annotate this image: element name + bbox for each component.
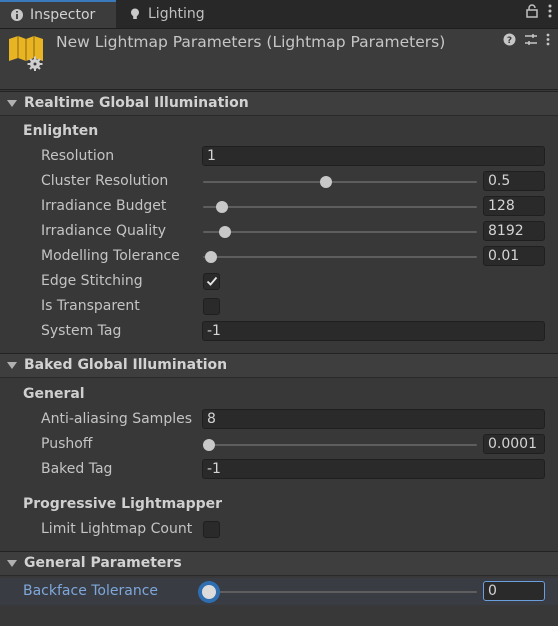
foldout-arrow-icon xyxy=(7,362,17,369)
irradiance-quality-slider-thumb[interactable] xyxy=(219,226,231,238)
section-title: General Parameters xyxy=(24,555,182,571)
backface-tolerance-label: Backface Tolerance xyxy=(23,583,159,599)
presets-icon[interactable] xyxy=(524,33,538,46)
lightmap-parameters-icon xyxy=(9,36,43,71)
inspector-header: New Lightmap Parameters (Lightmap Parame… xyxy=(0,29,558,90)
irradiance-quality-input[interactable]: 8192 xyxy=(483,221,545,241)
is-transparent-checkbox[interactable] xyxy=(203,298,220,315)
system-tag-label: System Tag xyxy=(41,323,122,339)
tab-lighting[interactable]: Lighting xyxy=(118,0,228,28)
resolution-label: Resolution xyxy=(41,148,115,164)
edge-stitching-label: Edge Stitching xyxy=(41,273,143,289)
backface-tolerance-input[interactable]: 0 xyxy=(483,581,545,601)
baked-tag-label: Baked Tag xyxy=(41,461,113,477)
tab-label: Lighting xyxy=(148,6,205,22)
is-transparent-label: Is Transparent xyxy=(41,298,140,314)
section-baked-gi[interactable]: Baked Global Illumination xyxy=(0,353,558,378)
checkmark-icon xyxy=(206,276,217,286)
system-tag-input[interactable]: -1 xyxy=(202,321,545,341)
header-controls: ? xyxy=(503,33,550,46)
resolution-input[interactable]: 1 xyxy=(202,146,545,166)
cluster-resolution-label: Cluster Resolution xyxy=(41,173,169,189)
cluster-resolution-input[interactable]: 0.5 xyxy=(483,171,545,191)
irradiance-budget-slider-track[interactable] xyxy=(203,206,477,208)
section-general-parameters[interactable]: General Parameters xyxy=(0,551,558,576)
edge-stitching-checkbox[interactable] xyxy=(203,273,220,290)
kebab-menu-icon[interactable] xyxy=(548,4,552,18)
section-title: Realtime Global Illumination xyxy=(24,95,249,111)
anti-aliasing-input[interactable]: 8 xyxy=(202,409,545,429)
irradiance-budget-slider-thumb[interactable] xyxy=(216,201,228,213)
irradiance-budget-label: Irradiance Budget xyxy=(41,198,167,214)
enlighten-heading: Enlighten xyxy=(23,123,99,139)
pushoff-label: Pushoff xyxy=(41,436,93,452)
tab-label: Inspector xyxy=(30,7,96,23)
limit-lightmap-count-checkbox[interactable] xyxy=(203,521,220,538)
modelling-tolerance-input[interactable]: 0.01 xyxy=(483,246,545,266)
lightbulb-icon xyxy=(131,8,139,19)
modelling-tolerance-slider-track[interactable] xyxy=(203,256,477,258)
tab-inspector[interactable]: Inspector xyxy=(0,0,116,28)
section-title: Baked Global Illumination xyxy=(24,357,228,373)
limit-lightmap-count-label: Limit Lightmap Count xyxy=(41,521,193,537)
backface-tolerance-slider-track[interactable] xyxy=(203,591,477,593)
pushoff-slider-track[interactable] xyxy=(203,444,477,446)
irradiance-budget-input[interactable]: 128 xyxy=(483,196,545,216)
tab-bar-controls xyxy=(526,4,552,18)
progressive-lightmapper-heading: Progressive Lightmapper xyxy=(23,496,223,512)
backface-tolerance-slider-thumb[interactable] xyxy=(202,585,216,599)
more-icon[interactable] xyxy=(546,33,550,46)
modelling-tolerance-label: Modelling Tolerance xyxy=(41,248,180,264)
modelling-tolerance-slider-thumb[interactable] xyxy=(205,251,217,263)
help-icon[interactable]: ? xyxy=(503,33,516,46)
cluster-resolution-slider-track[interactable] xyxy=(203,181,477,183)
info-icon xyxy=(11,9,23,21)
svg-text:?: ? xyxy=(507,36,512,46)
lock-icon[interactable] xyxy=(526,4,538,18)
foldout-arrow-icon xyxy=(7,100,17,107)
cluster-resolution-slider-thumb[interactable] xyxy=(320,176,332,188)
baked-tag-input[interactable]: -1 xyxy=(202,459,545,479)
pushoff-slider-thumb[interactable] xyxy=(203,439,215,451)
foldout-arrow-icon xyxy=(7,560,17,567)
asset-title: New Lightmap Parameters (Lightmap Parame… xyxy=(56,33,446,51)
pushoff-input[interactable]: 0.0001 xyxy=(483,434,545,454)
irradiance-quality-slider-track[interactable] xyxy=(203,231,477,233)
tab-bar: Inspector Lighting xyxy=(0,0,558,29)
anti-aliasing-label: Anti-aliasing Samples xyxy=(41,411,192,427)
irradiance-quality-label: Irradiance Quality xyxy=(41,223,166,239)
general-heading: General xyxy=(23,386,85,402)
section-realtime-gi[interactable]: Realtime Global Illumination xyxy=(0,91,558,116)
